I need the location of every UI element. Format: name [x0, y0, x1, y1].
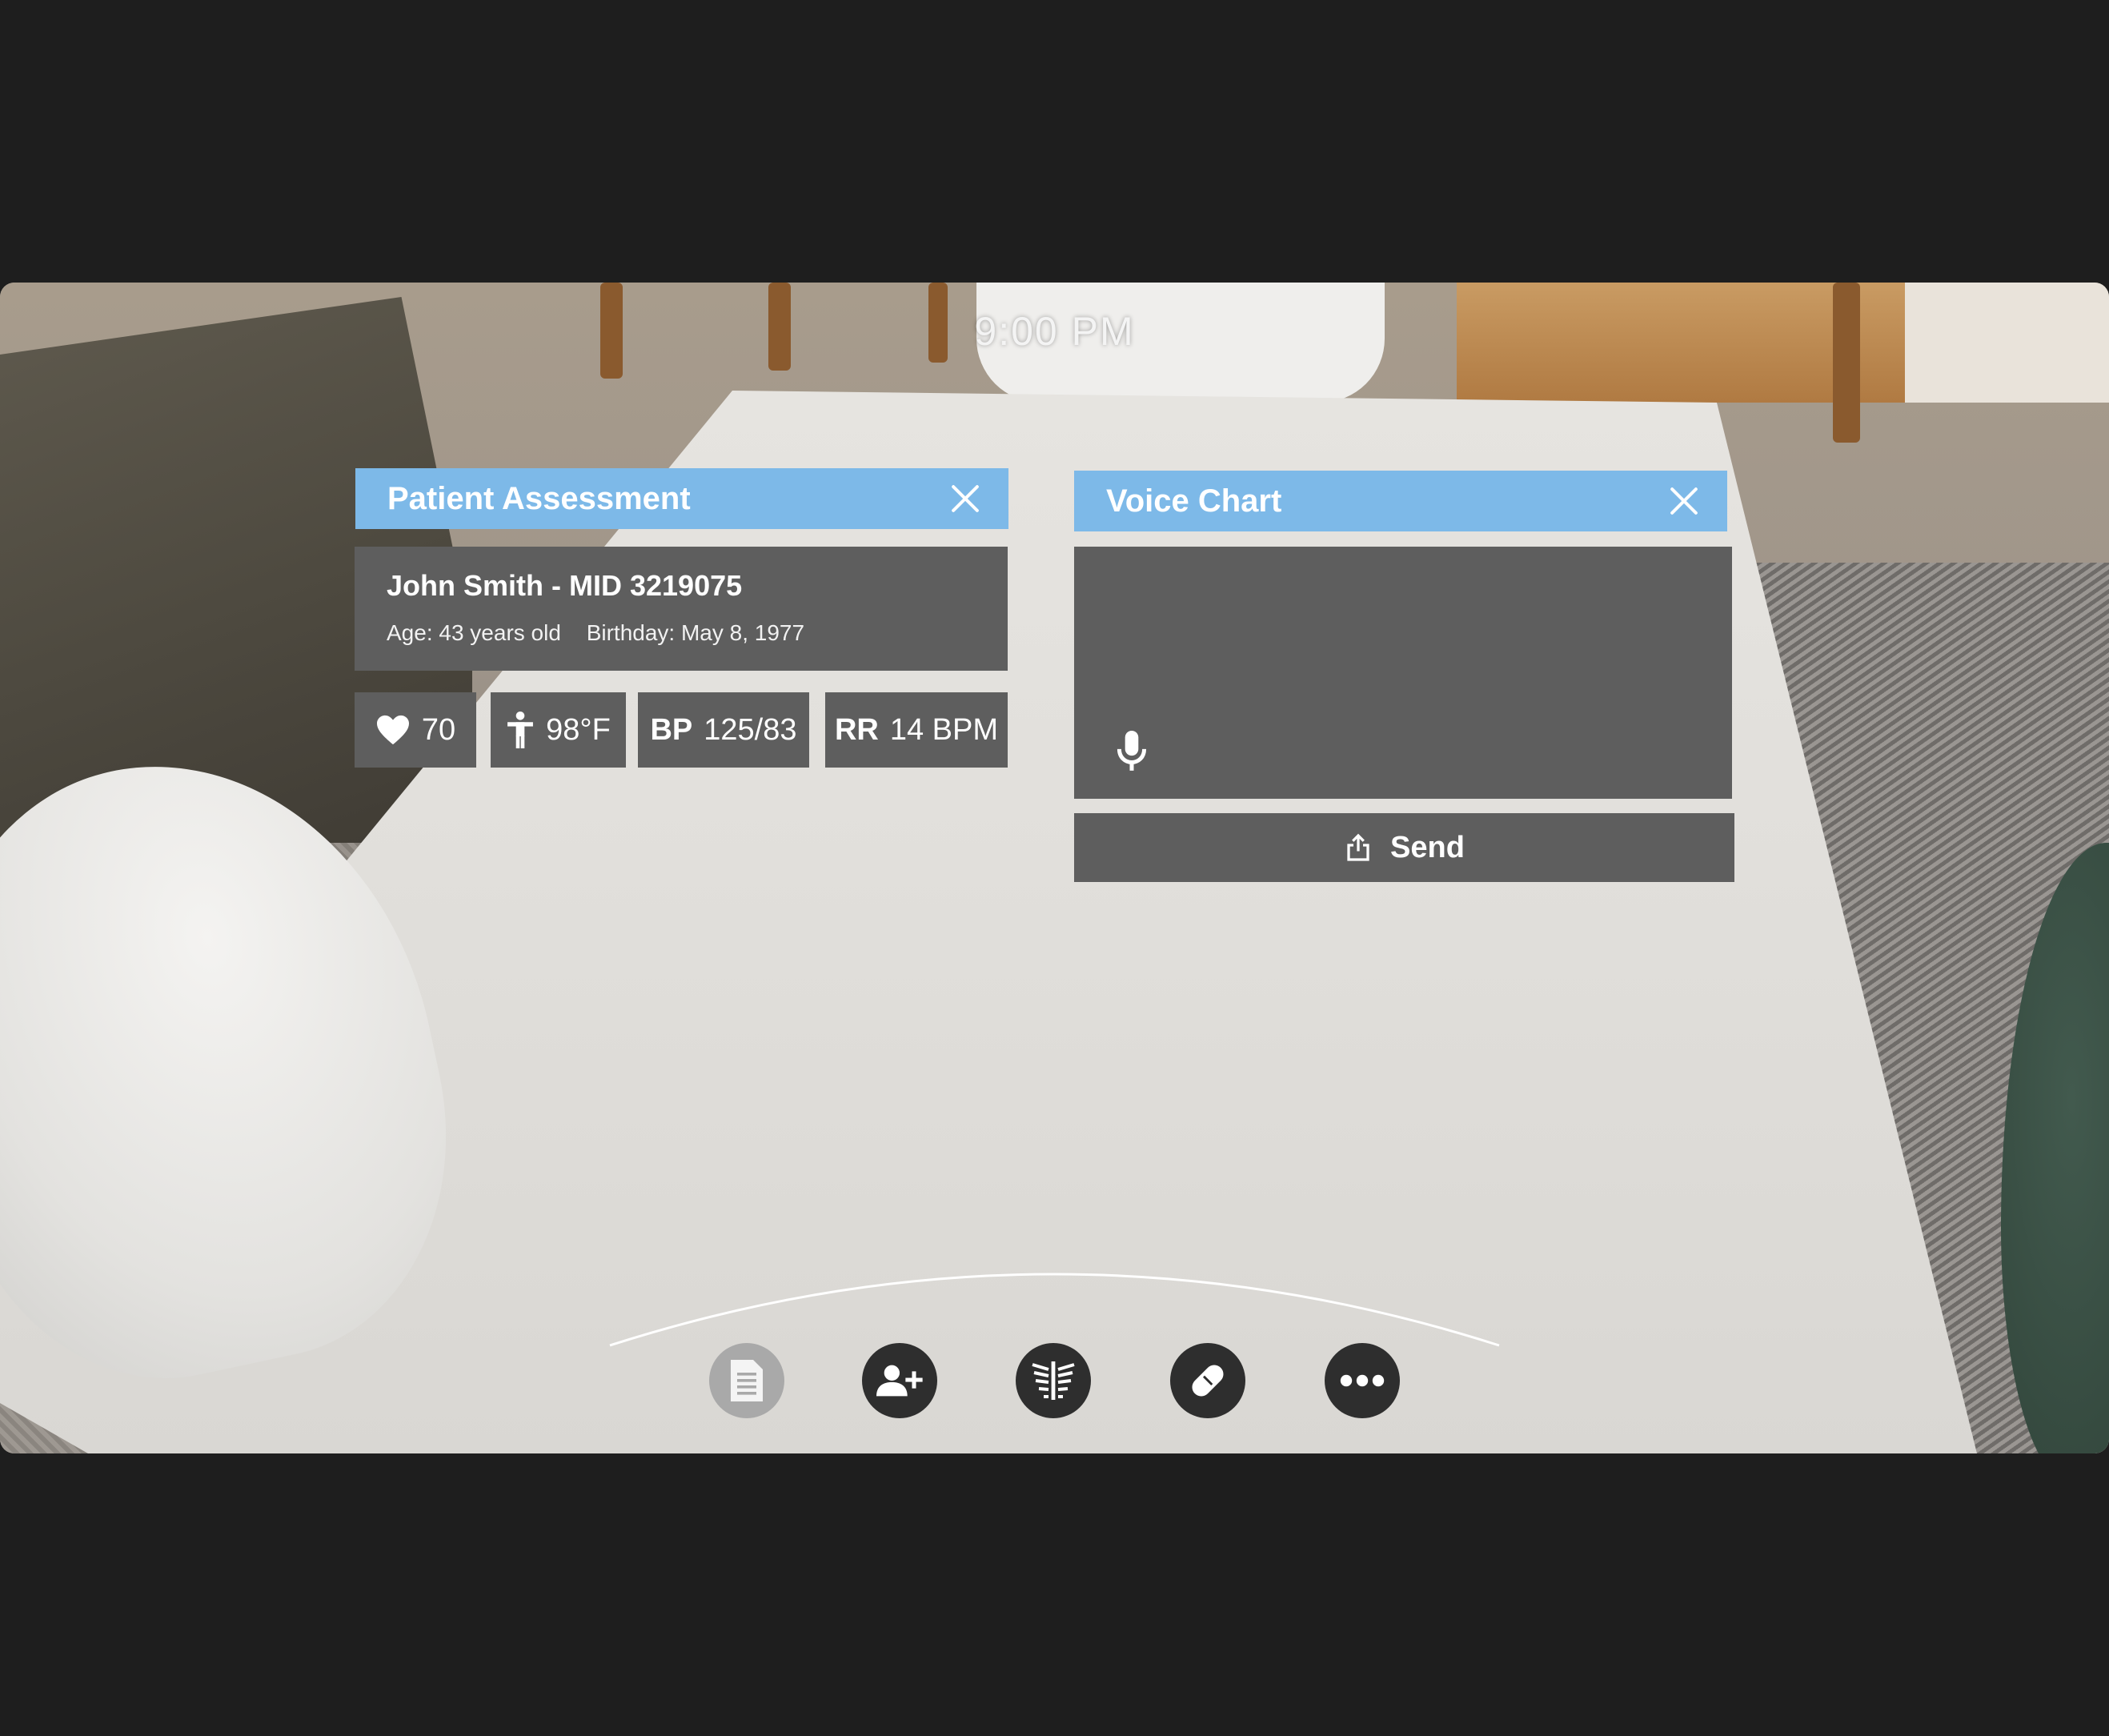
dock-medication-button[interactable]: [1170, 1343, 1245, 1418]
patient-birthday: Birthday: May 8, 1977: [586, 620, 805, 645]
dock-arc: [609, 1273, 1500, 1347]
patient-assessment-title: Patient Assessment: [387, 480, 691, 516]
rr-value: 14 BPM: [889, 712, 999, 747]
temperature-value: 98°F: [546, 712, 611, 747]
voice-chart-close-icon[interactable]: [1668, 485, 1700, 517]
bp-value: 125/83: [704, 712, 797, 747]
patient-details: Age: 43 years old Birthday: May 8, 1977: [387, 620, 976, 646]
send-button[interactable]: Send: [1074, 813, 1734, 882]
vital-respiratory-rate[interactable]: RR 14 BPM: [825, 692, 1008, 768]
heart-rate-value: 70: [421, 712, 456, 747]
vital-temperature[interactable]: 98°F: [491, 692, 626, 768]
rr-label: RR: [834, 712, 879, 747]
dock-document-button[interactable]: [709, 1343, 784, 1418]
bp-label: BP: [650, 712, 693, 747]
vital-blood-pressure[interactable]: BP 125/83: [638, 692, 809, 768]
share-icon: [1347, 833, 1369, 861]
camera-view: 9:00 PM Patient Assessment John Smith - …: [0, 283, 2109, 1453]
add-person-icon: [876, 1365, 923, 1397]
clock-time: 9:00 PM: [974, 309, 1135, 354]
background-chair-leg: [1833, 283, 1860, 443]
dock-lungs-button[interactable]: [1016, 1343, 1091, 1418]
patient-assessment-close-icon[interactable]: [949, 483, 981, 515]
document-icon: [731, 1360, 763, 1401]
patient-age: Age: 43 years old: [387, 620, 561, 645]
voice-chart-header: Voice Chart: [1074, 471, 1727, 531]
more-icon: [1340, 1374, 1385, 1387]
voice-chart-input-area[interactable]: [1074, 547, 1732, 799]
patient-name: John Smith - MID 3219075: [387, 569, 743, 602]
person-icon: [507, 712, 534, 748]
pill-icon: [1192, 1365, 1224, 1397]
send-label: Send: [1390, 830, 1465, 864]
dock-more-button[interactable]: [1325, 1343, 1400, 1418]
patient-info-card: John Smith - MID 3219075 Age: 43 years o…: [355, 547, 1008, 671]
vital-heart-rate[interactable]: 70: [355, 692, 476, 768]
lungs-icon: [1032, 1361, 1075, 1400]
microphone-icon[interactable]: [1114, 731, 1149, 774]
voice-chart-title: Voice Chart: [1106, 483, 1282, 519]
heart-icon: [376, 715, 409, 745]
dock-add-person-button[interactable]: [862, 1343, 937, 1418]
patient-assessment-header: Patient Assessment: [355, 468, 1008, 529]
